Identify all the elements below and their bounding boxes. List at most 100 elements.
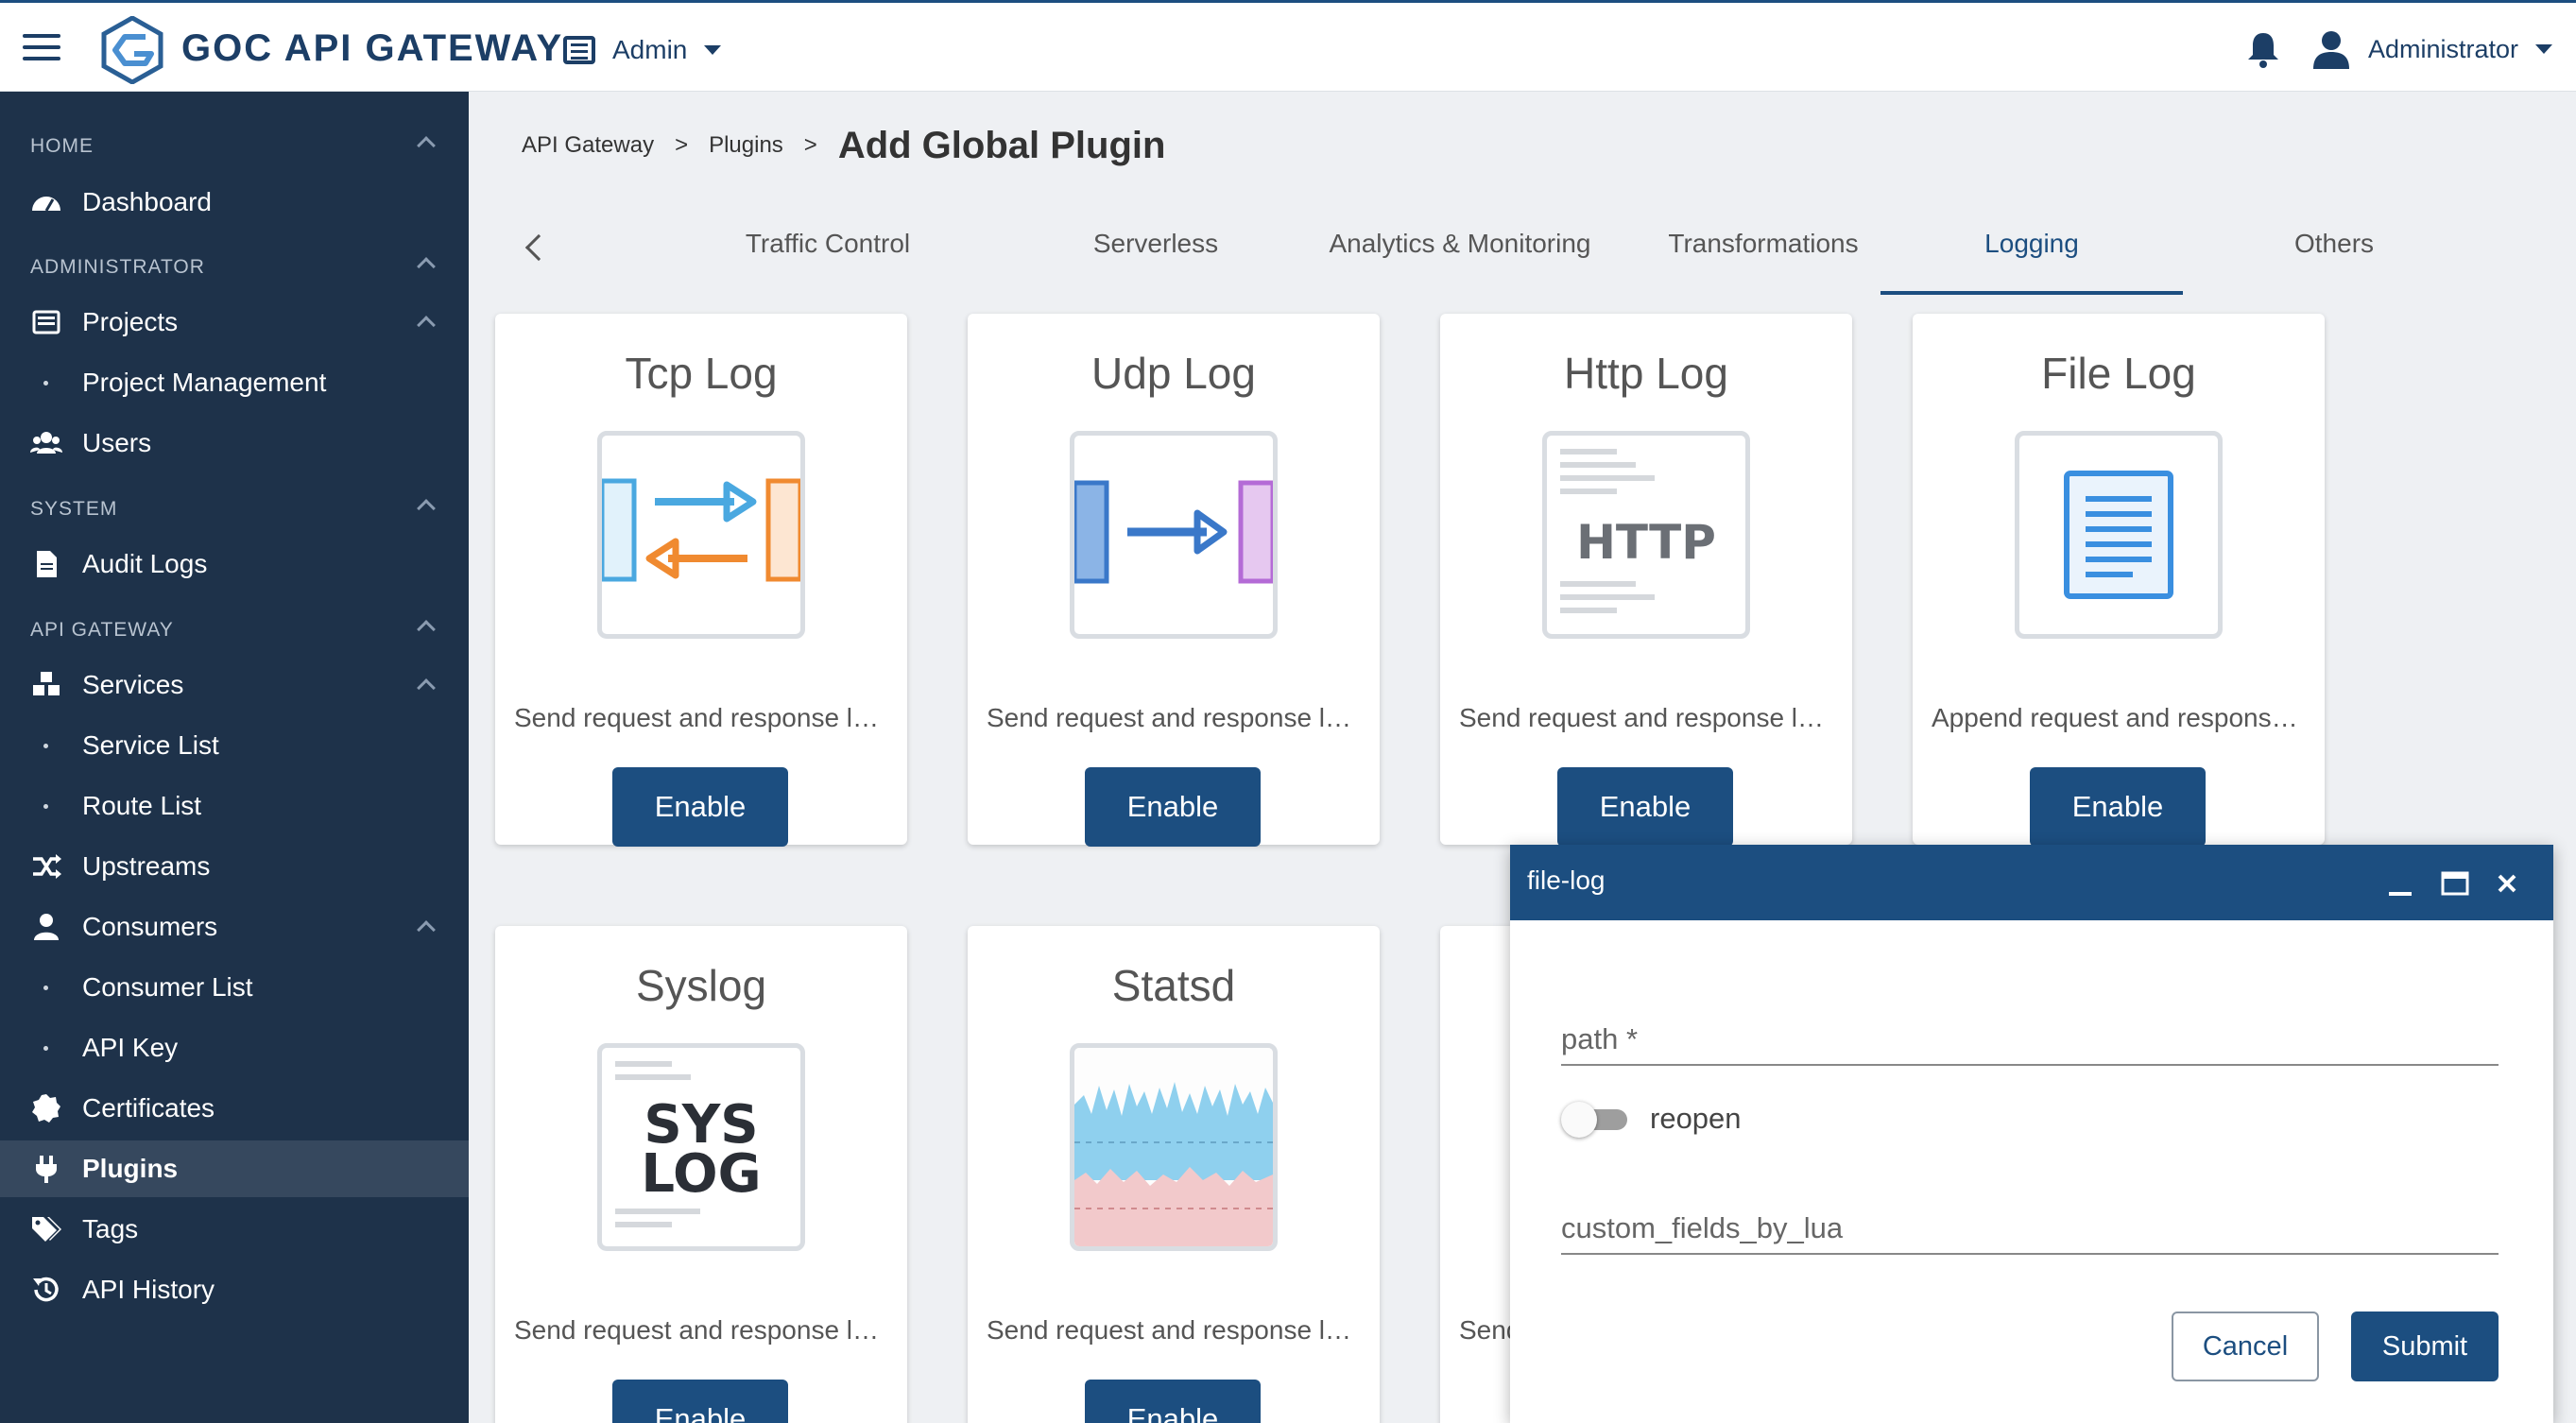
chevron-up-icon[interactable] <box>417 499 436 518</box>
page-title: Add Global Plugin <box>837 124 1166 166</box>
path-input[interactable]: path * <box>1561 996 2499 1066</box>
enable-button[interactable]: Enable <box>612 1380 788 1423</box>
sidebar-item-tags[interactable]: Tags <box>0 1201 469 1258</box>
card-title: Udp Log <box>1091 349 1256 398</box>
breadcrumb-api-gateway[interactable]: API Gateway <box>522 132 654 159</box>
card-description: Send request and response logs to a Sysl… <box>514 1315 892 1345</box>
breadcrumb-separator: > <box>803 132 817 158</box>
reopen-label: reopen <box>1650 1102 1742 1135</box>
tab-logging[interactable]: Logging <box>1880 229 2183 295</box>
enable-button[interactable]: Enable <box>1557 767 1733 847</box>
plugin-card-syslog: Syslog SYS LOG Send request and response… <box>495 926 907 1423</box>
plugin-card-http-log: Http Log HTTP Send request and response … <box>1440 314 1852 847</box>
custom-fields-label: custom_fields_by_lua <box>1561 1211 1844 1244</box>
user-icon <box>2313 31 2349 69</box>
tabs-scroll-left-icon[interactable] <box>524 233 553 262</box>
caret-down-icon <box>704 45 722 55</box>
chevron-up-icon[interactable] <box>417 620 436 639</box>
minimize-icon[interactable] <box>2381 866 2417 901</box>
workspace-switcher[interactable]: Admin <box>563 31 722 69</box>
sidebar-item-label: Projects <box>82 307 179 336</box>
http-art-text: HTTP <box>1576 515 1716 570</box>
sidebar-item-plugins[interactable]: Plugins <box>0 1140 469 1197</box>
plugin-card-tcp-log: Tcp Log Send request and response logs a… <box>495 314 907 847</box>
cancel-button[interactable]: Cancel <box>2172 1312 2319 1381</box>
enable-button[interactable]: Enable <box>612 767 788 847</box>
sidebar-item-api-key[interactable]: API Key <box>0 1020 469 1076</box>
sidebar-item-label: Dashboard <box>82 187 212 216</box>
sidebar-item-consumers[interactable]: Consumers <box>0 899 469 955</box>
users-icon <box>30 432 62 454</box>
path-label: path * <box>1561 1022 1639 1055</box>
chevron-up-icon <box>417 316 436 334</box>
brand-title: GOC API GATEWAY <box>181 27 564 69</box>
enable-button[interactable]: Enable <box>1085 1380 1261 1423</box>
document-icon <box>37 551 57 577</box>
http-log-icon: HTTP <box>1542 431 1750 639</box>
sidebar-item-label: Users <box>82 428 152 457</box>
chevron-up-icon <box>417 920 436 939</box>
sidebar-item-api-history[interactable]: API History <box>0 1261 469 1318</box>
sidebar-item-project-management[interactable]: Project Management <box>0 354 469 411</box>
sidebar-item-services[interactable]: Services <box>0 657 469 713</box>
enable-button[interactable]: Enable <box>2030 767 2206 847</box>
chevron-up-icon <box>417 678 436 697</box>
card-title: Statsd <box>1111 961 1236 1010</box>
sidebar-item-upstreams[interactable]: Upstreams <box>0 838 469 895</box>
hamburger-menu-icon[interactable] <box>23 34 60 62</box>
certificate-icon <box>32 1094 60 1123</box>
bullet-icon <box>43 380 48 386</box>
sidebar-item-certificates[interactable]: Certificates <box>0 1080 469 1137</box>
sidebar-item-consumer-list[interactable]: Consumer List <box>0 959 469 1016</box>
udp-log-icon <box>1070 431 1278 639</box>
bullet-icon <box>43 1045 48 1051</box>
card-description: Send request and response logs as metric… <box>987 1315 1365 1345</box>
tab-others[interactable]: Others <box>2183 229 2485 295</box>
sidebar-item-users[interactable]: Users <box>0 415 469 471</box>
card-title: Http Log <box>1564 349 1728 398</box>
sidebar-item-label: Project Management <box>82 368 327 397</box>
breadcrumb-plugins[interactable]: Plugins <box>709 132 783 159</box>
user-icon <box>34 914 59 940</box>
sidebar-item-audit-logs[interactable]: Audit Logs <box>0 536 469 592</box>
maximize-icon[interactable] <box>2436 866 2472 901</box>
enable-button[interactable]: Enable <box>1085 767 1261 847</box>
list-icon <box>32 310 60 334</box>
sidebar-item-dashboard[interactable]: Dashboard <box>0 174 469 231</box>
caret-down-icon <box>2535 44 2553 54</box>
tab-serverless[interactable]: Serverless <box>1004 229 1308 295</box>
sidebar-item-service-list[interactable]: Service List <box>0 717 469 774</box>
section-api-gateway: API GATEWAY <box>30 619 174 641</box>
syslog-art-text-line2: LOG <box>641 1143 761 1205</box>
card-description: Send request and response logs as JSON o… <box>987 703 1365 732</box>
sidebar-item-label: Service List <box>82 730 219 760</box>
section-system: SYSTEM <box>30 498 118 520</box>
sidebar-item-projects[interactable]: Projects <box>0 294 469 351</box>
sidebar: HOME Dashboard ADMINISTRATOR Projects Pr… <box>0 92 469 1423</box>
card-description: Send request and response logs as JSON o… <box>1459 703 1837 732</box>
tab-traffic-control[interactable]: Traffic Control <box>652 229 1004 295</box>
plugin-category-tabs: Traffic Control Serverless Analytics & M… <box>501 215 2561 295</box>
breadcrumb-separator: > <box>675 132 689 158</box>
chevron-up-icon[interactable] <box>417 257 436 276</box>
reopen-toggle[interactable] <box>1561 1100 1627 1138</box>
tab-analytics-monitoring[interactable]: Analytics & Monitoring <box>1308 229 1612 295</box>
top-bar: GOC API GATEWAY Admin Administrator <box>0 0 2576 92</box>
sidebar-item-label: Audit Logs <box>82 549 208 578</box>
user-name: Administrator <box>2368 34 2519 63</box>
user-menu[interactable]: Administrator <box>2311 27 2553 71</box>
chevron-up-icon[interactable] <box>417 136 436 155</box>
submit-button[interactable]: Submit <box>2351 1312 2499 1381</box>
notification-bell-icon[interactable] <box>2243 29 2283 69</box>
tab-transformations[interactable]: Transformations <box>1612 229 1915 295</box>
sidebar-item-label: Consumers <box>82 912 218 941</box>
sidebar-item-label: Route List <box>82 791 202 820</box>
tags-icon <box>32 1217 61 1242</box>
sidebar-item-label: Consumer List <box>82 972 253 1002</box>
close-icon[interactable] <box>2489 866 2525 901</box>
bullet-icon <box>43 803 48 809</box>
sidebar-item-route-list[interactable]: Route List <box>0 778 469 834</box>
dialog-title: file-log <box>1527 866 1606 895</box>
custom-fields-input[interactable]: custom_fields_by_lua <box>1561 1185 2499 1255</box>
card-description: Append request and response data to a lo… <box>1932 703 2310 732</box>
